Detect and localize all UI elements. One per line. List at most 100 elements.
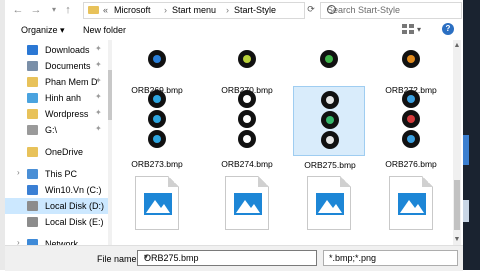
- folder-icon: [27, 109, 38, 119]
- pin-icon: ✦: [95, 76, 102, 85]
- view-options-icon[interactable]: [402, 24, 414, 34]
- sidebar-item-label: Hinh anh: [45, 93, 82, 103]
- sidebar-item-label: OneDrive: [45, 147, 84, 157]
- sidebar-item[interactable]: Hinh anh ✦: [5, 90, 108, 106]
- sidebar-item[interactable]: OneDrive: [5, 144, 108, 160]
- file-item[interactable]: ORB279.bmp: [293, 172, 365, 242]
- sidebar-item[interactable]: G:\ ✦: [5, 122, 108, 138]
- file-list: ORB269.bmpORB270.bmpORB271.bmpORB272.bmp…: [113, 40, 453, 245]
- onedrive-icon: [27, 147, 38, 157]
- orb-icon: [148, 130, 166, 148]
- navigation-pane: Downloads ✦ Documents ✦ Phan Mem D ✦ Hinh anh ✦…: [5, 40, 108, 245]
- recent-dropdown-icon[interactable]: ▾: [47, 3, 61, 17]
- image-file-icon: [307, 176, 351, 230]
- crumb-separator-icon: ›: [164, 5, 167, 15]
- sidebar-item-label: Documents: [45, 61, 91, 71]
- chevron-right-icon[interactable]: ›: [17, 238, 20, 245]
- disk-icon: [27, 217, 38, 227]
- sidebar-item[interactable]: Local Disk (D:): [5, 198, 108, 214]
- help-icon[interactable]: ?: [442, 23, 454, 35]
- orb-thumbnail: [236, 40, 258, 68]
- orb-icon: [238, 110, 256, 128]
- sidebar-item[interactable]: Phan Mem D ✦: [5, 74, 108, 90]
- image-file-icon: [135, 176, 179, 230]
- chevron-right-icon[interactable]: ›: [17, 168, 20, 177]
- command-bar: Organize ▾ New folder ▾ ?: [5, 20, 463, 40]
- pin-icon: ✦: [95, 44, 102, 53]
- orb-icon: [238, 50, 256, 68]
- sidebar-item[interactable]: › This PC: [5, 166, 108, 182]
- sidebar-item-label: Wordpress: [45, 109, 89, 119]
- search-icon: [327, 5, 336, 14]
- forward-icon[interactable]: →: [29, 3, 43, 17]
- scroll-down-icon[interactable]: ▼: [453, 236, 461, 243]
- file-name-field[interactable]: ORB275.bmp ▾: [137, 250, 317, 266]
- search-placeholder: Search Start-Style: [327, 5, 401, 15]
- crumb-start-menu[interactable]: Start menu: [172, 5, 216, 15]
- sidebar-item[interactable]: Wordpress ✦: [5, 106, 108, 122]
- sidebar-item-label: Local Disk (E:): [45, 217, 104, 227]
- sidebar-item[interactable]: Local Disk (E:): [5, 214, 108, 230]
- pin-icon: ✦: [95, 108, 102, 117]
- file-name-label: File name:: [97, 254, 140, 264]
- content-scrollbar[interactable]: ▲ ▼: [453, 40, 461, 245]
- scroll-thumb[interactable]: [454, 180, 460, 230]
- refresh-icon[interactable]: ⟳: [305, 2, 317, 17]
- crumb-separator-icon: ›: [226, 5, 229, 15]
- sidebar-item[interactable]: Documents ✦: [5, 58, 108, 74]
- pictures-icon: [27, 93, 38, 103]
- folder-icon: [88, 6, 99, 14]
- breadcrumb-overflow[interactable]: «: [103, 5, 108, 15]
- orb-icon: [238, 130, 256, 148]
- orb-icon: [402, 130, 420, 148]
- sidebar-item-label: Downloads: [45, 45, 90, 55]
- drive-icon: [27, 125, 38, 135]
- file-item[interactable]: ORB275.bmp: [293, 86, 365, 170]
- orb-icon: [402, 50, 420, 68]
- sidebar-item[interactable]: Win10.Vn (C:): [5, 182, 108, 198]
- file-item[interactable]: ORB277.bmp: [121, 172, 193, 242]
- file-item[interactable]: ORB273.bmp: [121, 86, 193, 169]
- download-icon: [27, 45, 38, 55]
- up-icon[interactable]: ↑: [61, 3, 75, 17]
- orb-thumbnail: [319, 91, 341, 149]
- pin-icon: ✦: [95, 124, 102, 133]
- back-icon[interactable]: ←: [11, 3, 25, 17]
- breadcrumb[interactable]: « Microsoft › Start menu › Start-Style: [83, 2, 305, 19]
- sidebar-item[interactable]: › Network: [5, 236, 108, 245]
- file-item[interactable]: ORB280.bmp: [375, 172, 447, 242]
- orb-thumbnail: [400, 90, 422, 148]
- chevron-down-icon[interactable]: ▾: [144, 252, 312, 261]
- orb-icon: [321, 131, 339, 149]
- orb-icon: [148, 110, 166, 128]
- orb-icon: [402, 90, 420, 108]
- file-item[interactable]: ORB278.bmp: [211, 172, 283, 242]
- file-name: ORB275.bmp: [304, 160, 356, 170]
- orb-icon: [321, 111, 339, 129]
- sidebar-item[interactable]: Downloads ✦: [5, 42, 108, 58]
- navigation-scrollbar[interactable]: [108, 40, 112, 245]
- organize-button[interactable]: Organize ▾: [21, 25, 65, 36]
- orb-thumbnail: [236, 90, 258, 148]
- image-file-icon: [225, 176, 269, 230]
- orb-thumbnail: [146, 90, 168, 148]
- crumb-start-style[interactable]: Start-Style: [234, 5, 276, 15]
- footer-bar: File name: ORB275.bmp ▾ *.bmp;*.png: [5, 245, 463, 271]
- new-folder-button[interactable]: New folder: [83, 25, 126, 35]
- pin-icon: ✦: [95, 60, 102, 69]
- orb-icon: [321, 91, 339, 109]
- orb-icon: [238, 90, 256, 108]
- crumb-microsoft[interactable]: Microsoft: [114, 5, 151, 15]
- file-item[interactable]: ORB274.bmp: [211, 86, 283, 169]
- file-name: ORB276.bmp: [385, 159, 437, 169]
- computer-icon: [27, 169, 38, 179]
- folder-icon: [27, 77, 38, 87]
- windows-drive-icon: [27, 185, 38, 195]
- file-type-select[interactable]: *.bmp;*.png: [323, 250, 458, 266]
- search-input[interactable]: Search Start-Style: [320, 2, 462, 19]
- orb-thumbnail: [400, 40, 422, 68]
- view-dropdown-icon[interactable]: ▾: [417, 25, 421, 34]
- scroll-up-icon[interactable]: ▲: [453, 42, 461, 49]
- right-background-strip: [463, 0, 480, 270]
- file-item[interactable]: ORB276.bmp: [375, 86, 447, 169]
